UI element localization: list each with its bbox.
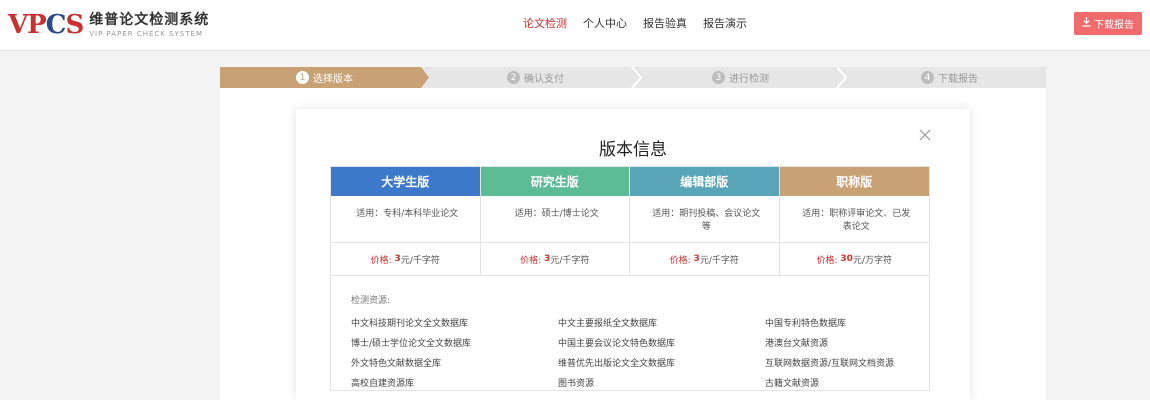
download-report-label: 下载报告	[1094, 20, 1134, 31]
version-info-dialog: 版本信息 大学生版 研究生版 编辑部版 职称版 适用：专科/本科毕业论文 适用：…	[296, 109, 970, 400]
version-price: 价格: 3 元/千字符	[630, 243, 780, 276]
download-report-button[interactable]: 下载报告	[1074, 12, 1142, 35]
resource-item: 中国专利特色数据库	[765, 319, 847, 329]
nav-report-verify[interactable]: 报告验真	[643, 16, 687, 32]
close-icon[interactable]	[918, 128, 932, 142]
version-tab-undergrad[interactable]: 大学生版	[331, 167, 481, 196]
resource-item: 中国主要会议论文特色数据库	[558, 339, 676, 349]
version-tab-graduate[interactable]: 研究生版	[480, 167, 630, 196]
step-download-report: 4 下载报告	[921, 67, 978, 88]
step-label: 确认支付	[524, 74, 564, 85]
version-table: 大学生版 研究生版 编辑部版 职称版 适用：专科/本科毕业论文 适用：硕士/博士…	[330, 166, 930, 391]
logo-mark: VPCS	[8, 10, 84, 40]
version-price: 价格: 30 元/万字符	[779, 243, 929, 276]
nav-paper-check[interactable]: 论文检测	[523, 16, 567, 32]
version-header-row: 大学生版 研究生版 编辑部版 职称版	[331, 167, 929, 196]
step-divider-icon	[836, 67, 848, 88]
step-confirm-payment: 2 确认支付	[507, 67, 564, 88]
step-number: 2	[507, 71, 520, 84]
step-number: 1	[296, 71, 309, 84]
download-icon	[1082, 17, 1091, 30]
nav-personal-center[interactable]: 个人中心	[583, 16, 627, 32]
version-use-row: 适用：专科/本科毕业论文 适用：硕士/博士论文 适用：期刊投稿、会议论文等 适用…	[331, 196, 929, 243]
version-price: 价格: 3 元/千字符	[331, 243, 481, 276]
step-number: 3	[712, 71, 725, 84]
resource-item: 图书资源	[558, 379, 595, 389]
dialog-title: 版本信息	[599, 140, 667, 160]
progress-steps: 1 选择版本 2 确认支付 3 进行检测 4 下载报告	[220, 67, 1046, 88]
resource-item: 外文特色文献数据全库	[351, 359, 442, 369]
logo-text: 维普论文检测系统 VIP PAPER CHECK SYSTEM	[89, 11, 209, 39]
version-tab-title[interactable]: 职称版	[779, 167, 929, 196]
top-header: VPCS 维普论文检测系统 VIP PAPER CHECK SYSTEM 论文检…	[0, 0, 1150, 51]
resource-item: 互联网数据资源/互联网文档资源	[765, 359, 895, 369]
logo-subtitle: VIP PAPER CHECK SYSTEM	[89, 30, 203, 38]
step-label: 下载报告	[938, 74, 978, 85]
resource-item: 维普优先出版论文全文数据库	[558, 359, 676, 369]
step-run-check: 3 进行检测	[712, 67, 769, 88]
version-use: 适用：职称评审论文、已发表论文	[779, 196, 929, 243]
version-use: 适用：期刊投稿、会议论文等	[630, 196, 780, 243]
resource-item: 港澳台文献资源	[765, 339, 829, 349]
step-label: 进行检测	[729, 74, 769, 85]
version-use: 适用：硕士/博士论文	[480, 196, 630, 243]
resources-list: 中文科技期刊论文全文数据库 中文主要报纸全文数据库 中国专利特色数据库 博士/硕…	[351, 318, 909, 390]
version-tab-editorial[interactable]: 编辑部版	[630, 167, 780, 196]
step-divider-icon	[631, 67, 643, 88]
resource-item: 古籍文献资源	[765, 379, 820, 389]
logo[interactable]: VPCS 维普论文检测系统 VIP PAPER CHECK SYSTEM	[8, 8, 209, 42]
detection-resources: 检测资源: 中文科技期刊论文全文数据库 中文主要报纸全文数据库 中国专利特色数据…	[331, 276, 929, 390]
resource-item: 中文主要报纸全文数据库	[558, 319, 658, 329]
version-price: 价格: 3 元/千字符	[480, 243, 630, 276]
nav-report-demo[interactable]: 报告演示	[703, 16, 747, 32]
resources-title: 检测资源:	[351, 296, 391, 306]
logo-title: 维普论文检测系统	[89, 12, 210, 28]
step-label: 选择版本	[313, 74, 353, 85]
resource-item: 博士/硕士学位论文全文数据库	[351, 339, 472, 349]
step-number: 4	[921, 71, 934, 84]
version-price-row: 价格: 3 元/千字符 价格: 3 元/千字符 价格: 3 元/千字符 价格: 30 元…	[331, 243, 929, 276]
resource-item: 高校自建资源库	[351, 379, 415, 389]
resource-item: 中文科技期刊论文全文数据库	[351, 319, 469, 329]
version-use: 适用：专科/本科毕业论文	[331, 196, 481, 243]
step-select-version: 1 选择版本	[220, 67, 429, 88]
main-nav: 论文检测 个人中心 报告验真 报告演示	[523, 16, 763, 32]
